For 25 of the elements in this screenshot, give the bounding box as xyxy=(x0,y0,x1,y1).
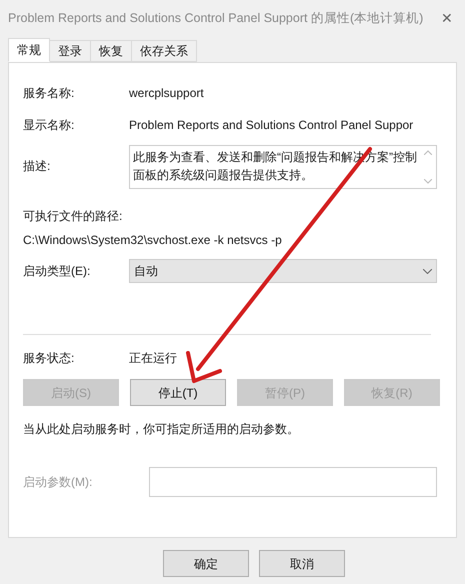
display-name: Problem Reports and Solutions Control Panel Suppor xyxy=(129,117,414,134)
hint-text: 当从此处启动服务时，你可指定所适用的启动参数。 xyxy=(23,421,300,438)
dialog-button[interactable]: 取消 xyxy=(259,550,345,577)
service-button[interactable]: 停止(T) xyxy=(130,379,226,406)
scroll-up-icon[interactable] xyxy=(424,150,432,155)
field-label: 启动参数(M): xyxy=(23,474,94,491)
field-label: 服务名称: xyxy=(23,85,76,102)
startup-type-dropdown[interactable]: 自动 xyxy=(129,259,437,283)
field-label: 服务状态: xyxy=(23,350,76,367)
scroll-down-icon[interactable] xyxy=(424,179,432,184)
service-status: 正在运行 xyxy=(129,350,177,367)
field-label: 显示名称: xyxy=(23,117,76,134)
field-label: 启动类型(E): xyxy=(23,263,92,280)
tab[interactable]: 常规 xyxy=(8,38,50,62)
dialog-button[interactable]: 确定 xyxy=(163,550,249,577)
service-name: wercplsupport xyxy=(129,85,204,102)
tab[interactable]: 依存关系 xyxy=(132,40,197,62)
executable-path: C:\Windows\System32\svchost.exe -k netsvcs -p xyxy=(23,232,283,249)
close-button[interactable]: ✕ xyxy=(437,8,457,28)
field-label: 描述: xyxy=(23,158,52,175)
chevron-down-icon xyxy=(423,268,432,274)
field-label: 可执行文件的路径: xyxy=(23,208,124,225)
tab[interactable]: 恢复 xyxy=(91,40,132,62)
tab[interactable]: 登录 xyxy=(50,40,91,62)
window-title: Problem Reports and Solutions Control Panel Support 的属性(本地计算机) xyxy=(8,10,424,27)
